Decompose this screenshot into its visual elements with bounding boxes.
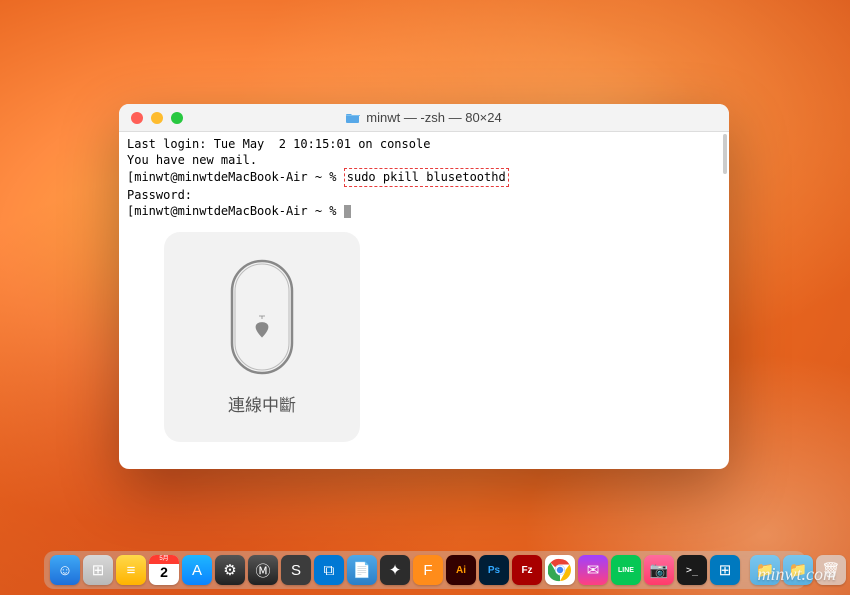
zoom-button[interactable] [171,112,183,124]
dock-notes2[interactable]: 📄 [347,555,377,585]
dock-forklift[interactable]: F [413,555,443,585]
dock-chrome[interactable] [545,555,575,585]
scrollbar[interactable] [723,134,727,174]
term-line-mail: You have new mail. [127,152,721,168]
dock-photoshop[interactable]: Ps [479,555,509,585]
dock-app-store[interactable]: A [182,555,212,585]
dock-notes-yellow[interactable]: ≡ [116,555,146,585]
dock-terminal[interactable]: >_ [677,555,707,585]
minimize-button[interactable] [151,112,163,124]
terminal-window: minwt — -zsh — 80×24 Last login: Tue May… [119,104,729,469]
term-line-password: Password: [127,187,721,203]
term-line-login: Last login: Tue May 2 10:15:01 on consol… [127,136,721,152]
titlebar[interactable]: minwt — -zsh — 80×24 [119,104,729,132]
dock-line[interactable]: LINE [611,555,641,585]
title-text: minwt — -zsh — 80×24 [366,110,501,125]
dock-settings[interactable]: ⚙ [215,555,245,585]
dock-figma[interactable]: ✦ [380,555,410,585]
dock-launchpad[interactable]: ⊞ [83,555,113,585]
dock-mamp[interactable]: Ⓜ [248,555,278,585]
terminal-content[interactable]: Last login: Tue May 2 10:15:01 on consol… [119,132,729,469]
dock-messenger[interactable]: ✉ [578,555,608,585]
dock-illustrator[interactable]: Ai [446,555,476,585]
dock: ☺⊞≡5月2A⚙ⓂS⧉📄✦FAiPsFz✉LINE📷>_⊞📁📁🗑 [44,551,806,589]
watermark: minwt.com [758,564,837,585]
dock-trello[interactable]: ⊞ [710,555,740,585]
folder-icon [346,112,360,123]
command-highlight: sudo pkill blusetoothd [344,168,509,186]
dock-calendar[interactable]: 5月2 [149,555,179,585]
cursor [344,205,351,218]
mouse-icon [226,257,298,377]
mouse-disconnect-overlay: 連線中斷 [164,232,360,442]
dock-vscode[interactable]: ⧉ [314,555,344,585]
window-title: minwt — -zsh — 80×24 [119,110,729,125]
dock-filezilla[interactable]: Fz [512,555,542,585]
dock-finder[interactable]: ☺ [50,555,80,585]
dock-photobooth[interactable]: 📷 [644,555,674,585]
term-line-prompt: [minwt@minwtdeMacBook-Air ~ % [127,203,721,219]
close-button[interactable] [131,112,143,124]
window-controls [131,112,183,124]
dock-sublime[interactable]: S [281,555,311,585]
term-line-command: [minwt@minwtdeMacBook-Air ~ % sudo pkill… [127,168,721,186]
disconnect-label: 連線中斷 [228,395,296,418]
